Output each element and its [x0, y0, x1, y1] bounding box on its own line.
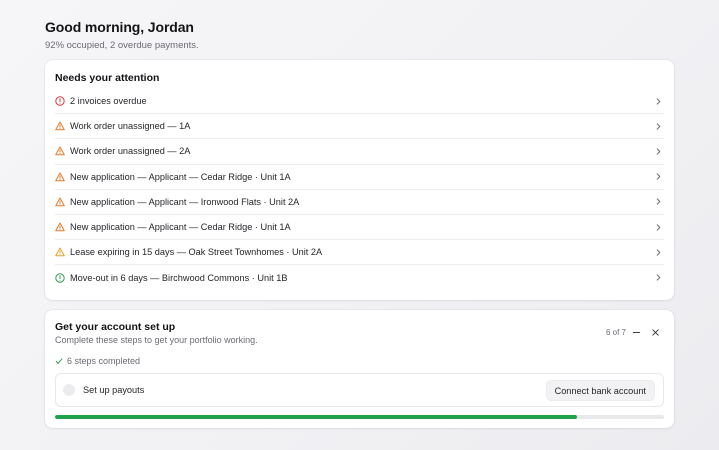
attention-item-label: Move-out in 6 days — Birchwood Commons ·…	[70, 272, 288, 283]
setup-step-row: Set up payouts Connect bank account	[55, 373, 664, 407]
attention-item[interactable]: 2 invoices overdue	[55, 89, 664, 115]
page-title: Good morning, Jordan	[45, 19, 194, 35]
minus-icon	[632, 331, 640, 333]
setup-progress-bar	[55, 415, 664, 419]
attention-item-label: New application — Applicant — Cedar Ridg…	[70, 222, 291, 233]
check-icon	[55, 358, 63, 364]
connect-bank-account-button[interactable]: Connect bank account	[545, 380, 655, 401]
warning-triangle-icon	[55, 247, 65, 257]
attention-list: 2 invoices overdue Work order unassigned …	[55, 89, 664, 291]
setup-step-count: 6 of 7	[605, 328, 626, 337]
steps-completed-label: 6 steps completed	[67, 356, 141, 366]
chevron-right-icon	[654, 248, 662, 256]
page-subtitle: 92% occupied, 2 overdue payments.	[45, 40, 199, 51]
warning-triangle-icon	[55, 222, 65, 232]
step-label: Set up payouts	[83, 385, 145, 395]
chevron-right-icon	[654, 223, 662, 231]
close-button[interactable]	[650, 327, 660, 337]
attention-item[interactable]: New application — Applicant — Cedar Ridg…	[55, 215, 664, 241]
attention-item[interactable]: Work order unassigned — 1A	[55, 114, 664, 140]
close-icon	[651, 328, 659, 336]
chevron-right-icon	[654, 173, 662, 181]
attention-item[interactable]: Lease expiring in 15 days — Oak Street T…	[55, 240, 664, 266]
account-setup-card: Get your account set up Complete these s…	[45, 310, 674, 428]
attention-item-label: New application — Applicant — Cedar Ridg…	[70, 171, 291, 182]
warning-triangle-icon	[55, 197, 65, 207]
attention-item[interactable]: Move-out in 6 days — Birchwood Commons ·…	[55, 265, 664, 290]
attention-item[interactable]: New application — Applicant — Cedar Ridg…	[55, 165, 664, 190]
needs-attention-title: Needs your attention	[55, 72, 160, 84]
alert-circle-icon	[55, 96, 65, 106]
chevron-right-icon	[654, 97, 662, 105]
chevron-right-icon	[654, 198, 662, 206]
warning-triangle-icon	[55, 121, 65, 131]
attention-item-label: Work order unassigned — 2A	[70, 146, 191, 157]
warning-triangle-icon	[55, 172, 65, 182]
chevron-right-icon	[654, 274, 662, 282]
info-circle-icon	[55, 273, 65, 283]
attention-item[interactable]: Work order unassigned — 2A	[55, 139, 664, 165]
greeting-header: Good morning, Jordan 92% occupied, 2 ove…	[45, 19, 199, 51]
chevron-right-icon	[654, 122, 662, 130]
attention-item-label: Work order unassigned — 1A	[70, 121, 191, 132]
attention-item-label: 2 invoices overdue	[70, 96, 147, 107]
warning-triangle-icon	[55, 146, 65, 156]
collapse-button[interactable]	[631, 327, 641, 337]
dashboard-page: Good morning, Jordan 92% occupied, 2 ove…	[0, 0, 719, 450]
needs-attention-card: Needs your attention 2 invoices overdue W…	[45, 60, 674, 300]
chevron-right-icon	[654, 147, 662, 155]
setup-progress-fill	[55, 415, 577, 419]
setup-title: Get your account set up	[55, 321, 176, 333]
setup-subtitle: Complete these steps to get your portfol…	[55, 335, 258, 345]
attention-item-label: Lease expiring in 15 days — Oak Street T…	[70, 247, 323, 258]
steps-completed-toggle[interactable]: 6 steps completed	[55, 356, 140, 366]
attention-item-label: New application — Applicant — Ironwood F…	[70, 196, 300, 207]
attention-item[interactable]: New application — Applicant — Ironwood F…	[55, 190, 664, 215]
step-checkbox[interactable]	[63, 384, 75, 396]
